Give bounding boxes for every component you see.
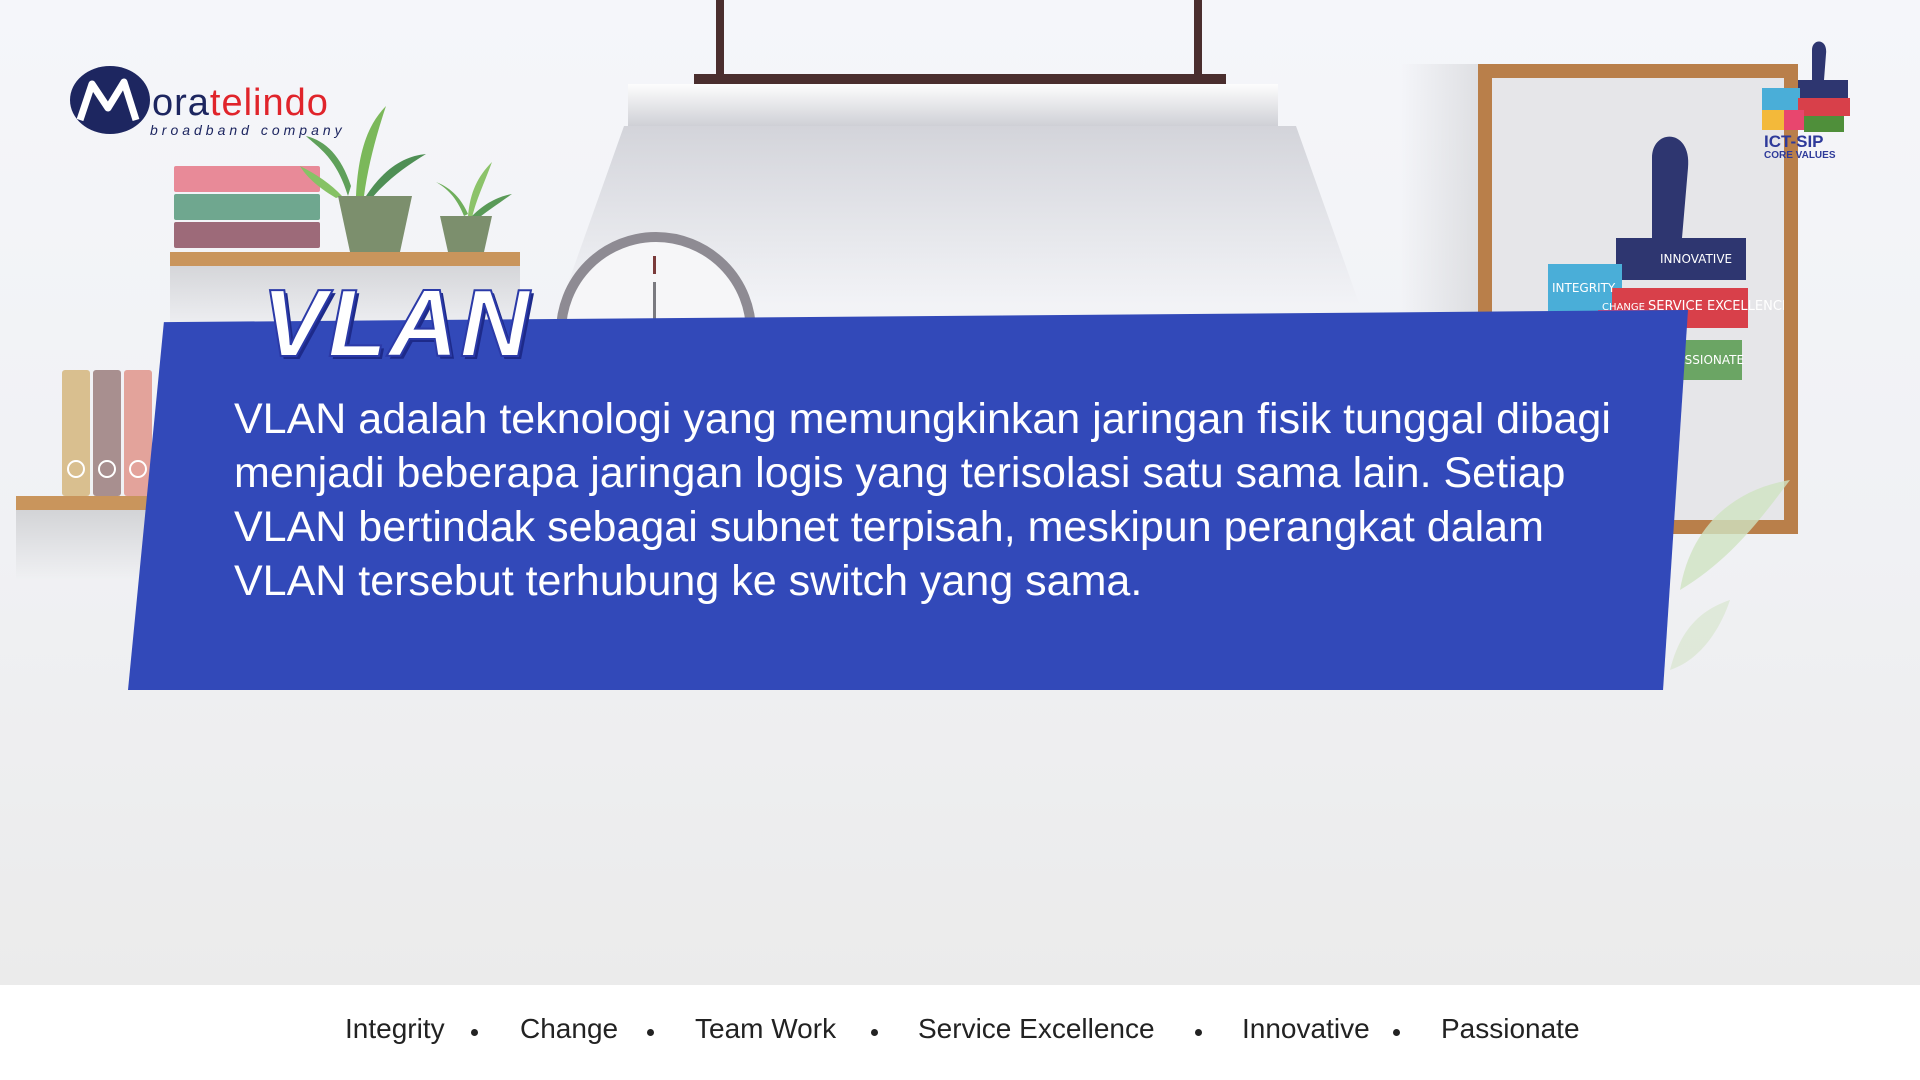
separator-dot: [871, 1029, 878, 1036]
badge-subtitle: CORE VALUES: [1764, 150, 1836, 161]
separator-dot: [647, 1029, 654, 1036]
moratelindo-logo: oratelindo broadband company: [68, 62, 388, 142]
slide-body: VLAN adalah teknologi yang memungkinkan …: [234, 395, 1611, 605]
lower-shelf: [16, 496, 166, 510]
leaf-decoration: [1670, 480, 1790, 670]
binder: [62, 370, 90, 496]
logo-wordmark: oratelindo: [152, 82, 329, 124]
value-change: Change: [520, 1013, 619, 1044]
separator-dot: [1393, 1029, 1400, 1036]
ict-sip-badge: ICT-SIP CORE VALUES: [1758, 40, 1858, 161]
binder: [124, 370, 152, 496]
value-innovative: Innovative: [1242, 1013, 1370, 1044]
badge-title: ICT-SIP: [1764, 132, 1824, 151]
value-passionate: Passionate: [1441, 1013, 1580, 1044]
upper-shelf: [170, 252, 520, 266]
background-scene: INNOVATIVE INTEGRITY SERVICE EXCELLENCE …: [0, 0, 1920, 985]
core-values-footer: Integrity Change Team Work Service Excel…: [0, 985, 1920, 1080]
lamp-shade: [628, 84, 1278, 126]
value-team-work: Team Work: [695, 1013, 837, 1044]
value-service-excellence: Service Excellence: [918, 1013, 1155, 1044]
badge-thumb-icon: [1762, 41, 1850, 132]
poster-label-innovative: INNOVATIVE: [1660, 252, 1732, 266]
poster-label-integrity: INTEGRITY: [1552, 281, 1616, 295]
lamp-bar: [694, 74, 1226, 84]
lamp-rod-left: [716, 0, 724, 82]
binder: [93, 370, 121, 496]
slide-title: VLAN: [261, 270, 532, 377]
lamp-rod-right: [1194, 0, 1202, 82]
separator-dot: [1195, 1029, 1202, 1036]
logo-m-mark: [70, 66, 150, 134]
separator-dot: [471, 1029, 478, 1036]
logo-tagline: broadband company: [150, 122, 346, 138]
value-integrity: Integrity: [345, 1013, 445, 1044]
